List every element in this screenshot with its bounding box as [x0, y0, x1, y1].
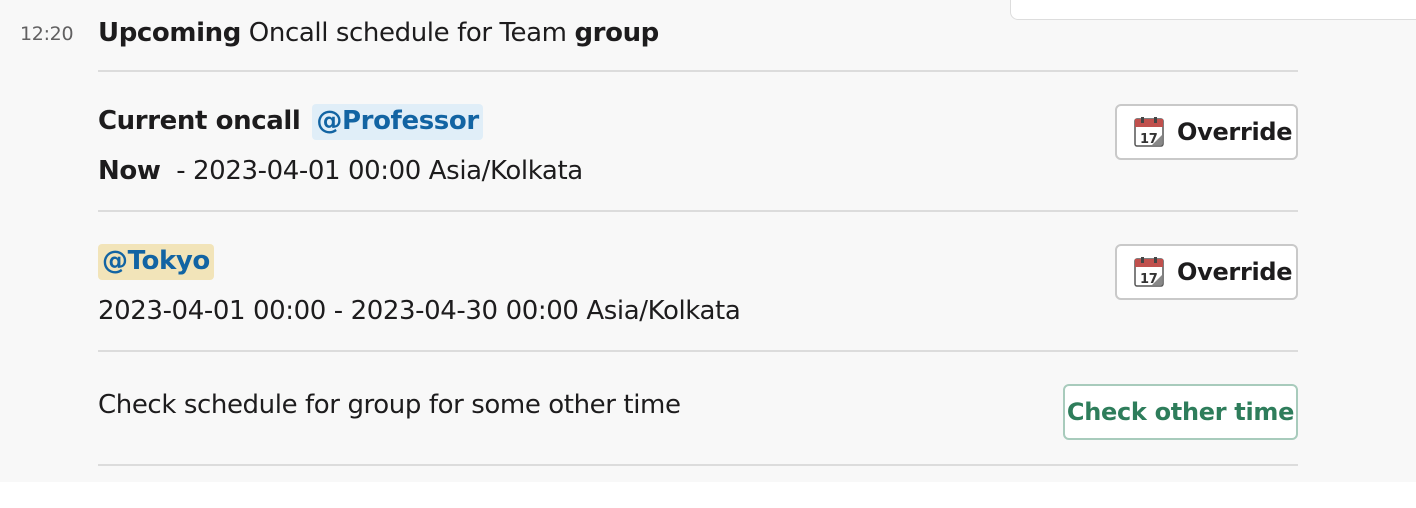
- override-label: Override: [1177, 118, 1293, 146]
- oncall-message: 12:20 Upcoming Oncall schedule for Team …: [0, 0, 1416, 482]
- check-other-time-button[interactable]: Check other time: [1063, 384, 1298, 440]
- override-label: Override: [1177, 258, 1293, 286]
- divider: [98, 464, 1298, 466]
- other-time-text: Check schedule for group for some other …: [98, 390, 681, 420]
- calendar-icon: 17: [1134, 257, 1164, 287]
- current-oncall-label: Current oncall: [98, 106, 301, 136]
- header-upcoming: Upcoming: [98, 18, 241, 48]
- message-timestamp[interactable]: 12:20: [20, 23, 74, 45]
- header-text: Oncall schedule for Team: [240, 18, 575, 48]
- message-header: Upcoming Oncall schedule for Team group: [98, 18, 659, 48]
- next-oncall-range: 2023-04-01 00:00 - 2023-04-30 00:00 Asia…: [98, 296, 741, 326]
- current-oncall-start: Now: [98, 156, 161, 186]
- header-team-name: group: [574, 18, 659, 48]
- next-oncall-user-mention[interactable]: @Tokyo: [98, 244, 214, 280]
- current-oncall-line: Current oncall @Professor: [98, 104, 483, 140]
- current-oncall-override-button[interactable]: 17 Override: [1115, 104, 1298, 160]
- message-actions-toolbar: [1010, 0, 1416, 20]
- next-oncall-override-button[interactable]: 17 Override: [1115, 244, 1298, 300]
- current-oncall-user-mention[interactable]: @Professor: [312, 104, 483, 140]
- calendar-icon: 17: [1134, 117, 1164, 147]
- current-oncall-range: Now - 2023-04-01 00:00 Asia/Kolkata: [98, 156, 583, 186]
- divider: [98, 350, 1298, 352]
- divider: [98, 210, 1298, 212]
- divider: [98, 70, 1298, 72]
- current-oncall-range-text: - 2023-04-01 00:00 Asia/Kolkata: [168, 156, 583, 186]
- next-oncall-line: @Tokyo: [98, 244, 214, 280]
